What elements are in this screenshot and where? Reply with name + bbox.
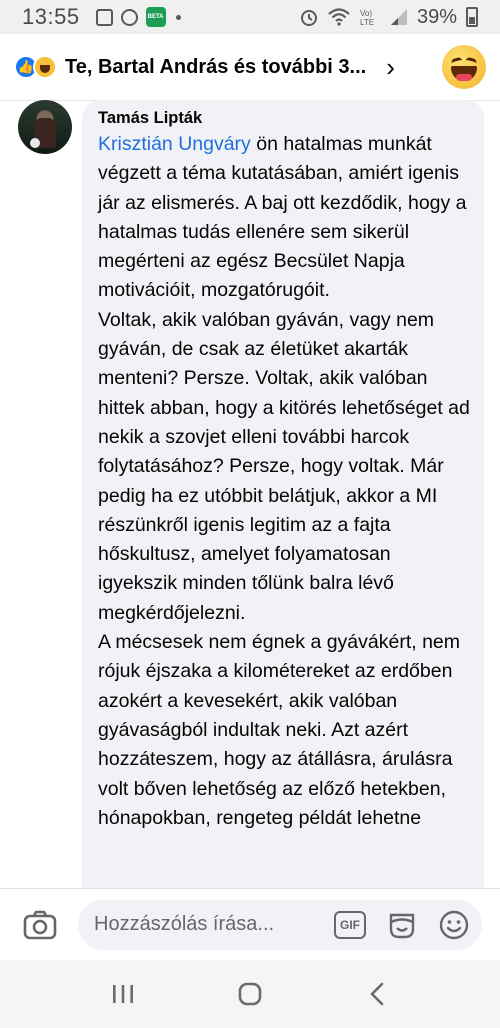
back-icon (370, 982, 383, 1006)
comment-paragraph: A mécsesek nem égnek a gyávákért, nem ró… (98, 631, 461, 829)
chevron-right-icon[interactable]: › (386, 52, 395, 83)
comment-composer: GIF (0, 888, 500, 960)
reaction-icons: 👍 (14, 55, 57, 79)
comment-intro-text: ön hatalmas munkát végzett a téma kutatá… (98, 133, 467, 302)
sticker-icon[interactable] (386, 909, 418, 941)
reactions-header[interactable]: 👍 Te, Bartal András és további 3... › (0, 34, 500, 100)
comment-text: Krisztián Ungváry ön hatalmas munkát vég… (98, 130, 470, 833)
alarm-icon (300, 10, 317, 26)
haha-tongue (456, 74, 472, 81)
volte-icon: Vo)LTE (360, 9, 374, 27)
camera-icon[interactable] (22, 907, 58, 943)
comment-paragraph: Krisztián Ungváry ön hatalmas munkát vég… (98, 130, 470, 306)
status-time: 13:55 (22, 4, 80, 29)
comment-bubble[interactable]: Tamás Lipták Krisztián Ungváry ön hatalm… (82, 100, 484, 900)
back-button[interactable] (347, 974, 407, 1014)
wifi-icon (328, 8, 350, 26)
avatar[interactable] (18, 100, 72, 154)
app-icon: BETA (145, 7, 166, 27)
system-icons: Vo) LTE 39% (299, 6, 478, 29)
home-button[interactable] (220, 974, 280, 1014)
svg-text:Vo): Vo) (360, 9, 372, 18)
recents-icon (113, 985, 134, 1003)
comment-author[interactable]: Tamás Lipták (98, 106, 470, 130)
svg-text:LTE: LTE (360, 18, 374, 27)
system-nav-bar (0, 960, 500, 1028)
mention-link[interactable]: Krisztián Ungváry (98, 133, 251, 155)
battery-icon (466, 7, 478, 27)
signal-icon (390, 9, 407, 25)
emoji-icon[interactable] (438, 909, 470, 941)
home-icon (238, 982, 262, 1006)
haha-eye-left (450, 56, 463, 64)
battery-percent: 39% (416, 5, 457, 28)
comment-input-pill[interactable]: GIF (78, 899, 482, 950)
composer-actions: GIF (334, 909, 470, 941)
haha-reaction-button[interactable] (442, 45, 486, 89)
gif-icon[interactable]: GIF (334, 910, 366, 939)
haha-reaction-icon (33, 55, 57, 79)
status-bar: 13:55 BETA Vo) LTE 39% (0, 0, 500, 34)
more-notifications-icon (175, 14, 181, 20)
gallery-icon (95, 8, 113, 26)
comment-paragraph: Voltak, akik valóban gyáván, vagy nem gy… (98, 308, 470, 624)
comment-input[interactable] (94, 913, 304, 936)
messenger-icon (120, 8, 138, 26)
notification-icons: BETA (95, 7, 181, 27)
reactions-summary[interactable]: Te, Bartal András és további 3... (65, 56, 366, 79)
haha-eye-right (465, 56, 478, 64)
recents-button[interactable] (93, 974, 153, 1014)
